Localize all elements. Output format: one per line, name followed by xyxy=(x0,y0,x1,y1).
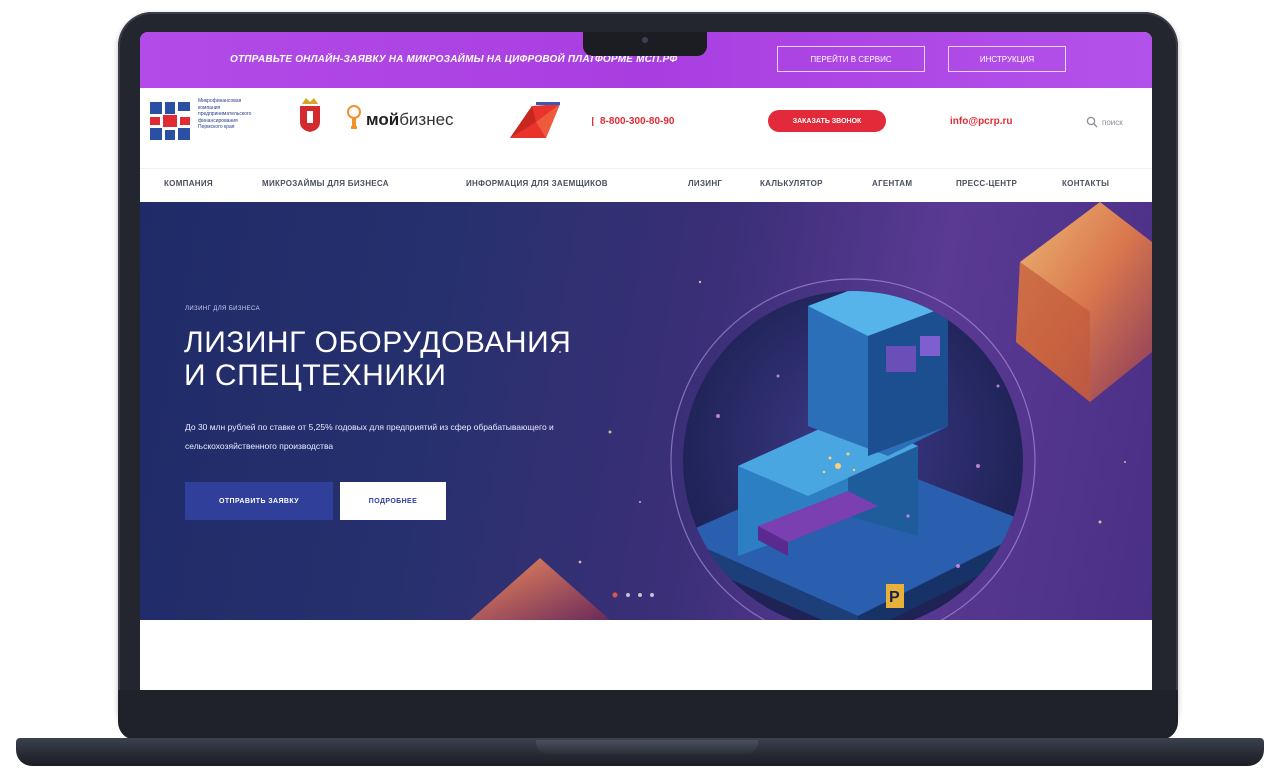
nav-item-calculator[interactable]: КАЛЬКУЛЯТОР xyxy=(760,179,823,188)
hero-banner: ЛИЗИНГ ДЛЯ БИЗНЕСА ЛИЗИНГ ОБОРУДОВАНИЯ И… xyxy=(140,202,1152,620)
nav-item-microloans[interactable]: МИКРОЗАЙМЫ ДЛЯ БИЗНЕСА xyxy=(262,179,389,188)
phone-number[interactable]: 8-800-300-80-90 xyxy=(600,116,675,127)
svg-text:P: P xyxy=(889,589,900,606)
site-header: Микрофинансовая компания предприниматель… xyxy=(140,88,1152,168)
nav-item-agents[interactable]: АГЕНТАМ xyxy=(872,179,912,188)
moy-biznes-logo[interactable]: мойбизнес xyxy=(366,110,454,130)
moy-biznes-logo-icon xyxy=(347,105,361,129)
go-to-service-button[interactable]: ПЕРЕЙТИ В СЕРВИС xyxy=(777,46,925,72)
hero-description: До 30 млн рублей по ставке от 5,25% годо… xyxy=(185,422,554,451)
submit-application-button[interactable]: ОТПРАВИТЬ ЗАЯВКУ xyxy=(185,482,333,520)
order-call-button[interactable]: ЗАКАЗАТЬ ЗВОНОК xyxy=(768,110,886,132)
moy-biznes-suffix: бизнес xyxy=(399,110,454,129)
camera-icon xyxy=(642,37,648,43)
laptop-bezel xyxy=(118,690,1178,740)
national-project-logo-icon xyxy=(510,102,560,138)
nav-item-company[interactable]: КОМПАНИЯ xyxy=(164,179,213,188)
moy-biznes-prefix: мой xyxy=(366,110,400,129)
phone-icon xyxy=(592,117,594,126)
laptop-screen: ОТПРАВЬТЕ ОНЛАЙН-ЗАЯВКУ НА МИКРОЗАЙМЫ НА… xyxy=(140,32,1152,690)
hero-title-line2: И СПЕЦТЕХНИКИ xyxy=(184,359,447,392)
camera-notch xyxy=(583,32,707,56)
hero-title: ЛИЗИНГ ОБОРУДОВАНИЯ И СПЕЦТЕХНИКИ xyxy=(184,326,571,392)
main-nav: КОМПАНИЯ МИКРОЗАЙМЫ ДЛЯ БИЗНЕСА ИНФОРМАЦ… xyxy=(140,168,1152,203)
nav-item-press-center[interactable]: ПРЕСС-ЦЕНТР xyxy=(956,179,1017,188)
more-details-button[interactable]: ПОДРОБНЕЕ xyxy=(340,482,446,520)
page-content-area xyxy=(140,620,1152,690)
nav-item-leasing[interactable]: ЛИЗИНГ xyxy=(688,179,722,188)
email-link[interactable]: info@pcrp.ru xyxy=(950,116,1013,127)
nav-item-contacts[interactable]: КОНТАКТЫ xyxy=(1062,179,1109,188)
nav-item-borrowers-info[interactable]: ИНФОРМАЦИЯ ДЛЯ ЗАЕМЩИКОВ xyxy=(466,179,608,188)
fund-name: Микрофинансовая компания предприниматель… xyxy=(198,98,252,130)
hero-title-line1: ЛИЗИНГ ОБОРУДОВАНИЯ xyxy=(184,326,572,359)
search-icon[interactable] xyxy=(1086,116,1098,128)
instruction-button[interactable]: ИНСТРУКЦИЯ xyxy=(948,46,1066,72)
laptop-base-notch xyxy=(536,740,758,754)
hero-eyebrow: ЛИЗИНГ ДЛЯ БИЗНЕСА xyxy=(185,306,261,312)
factory-machine-illustration: P xyxy=(670,278,1036,620)
fund-logo-icon[interactable] xyxy=(150,100,192,142)
slider-pagination[interactable] xyxy=(610,590,670,600)
search-label[interactable]: поиск xyxy=(1102,118,1123,127)
perm-crest-icon xyxy=(300,98,320,132)
